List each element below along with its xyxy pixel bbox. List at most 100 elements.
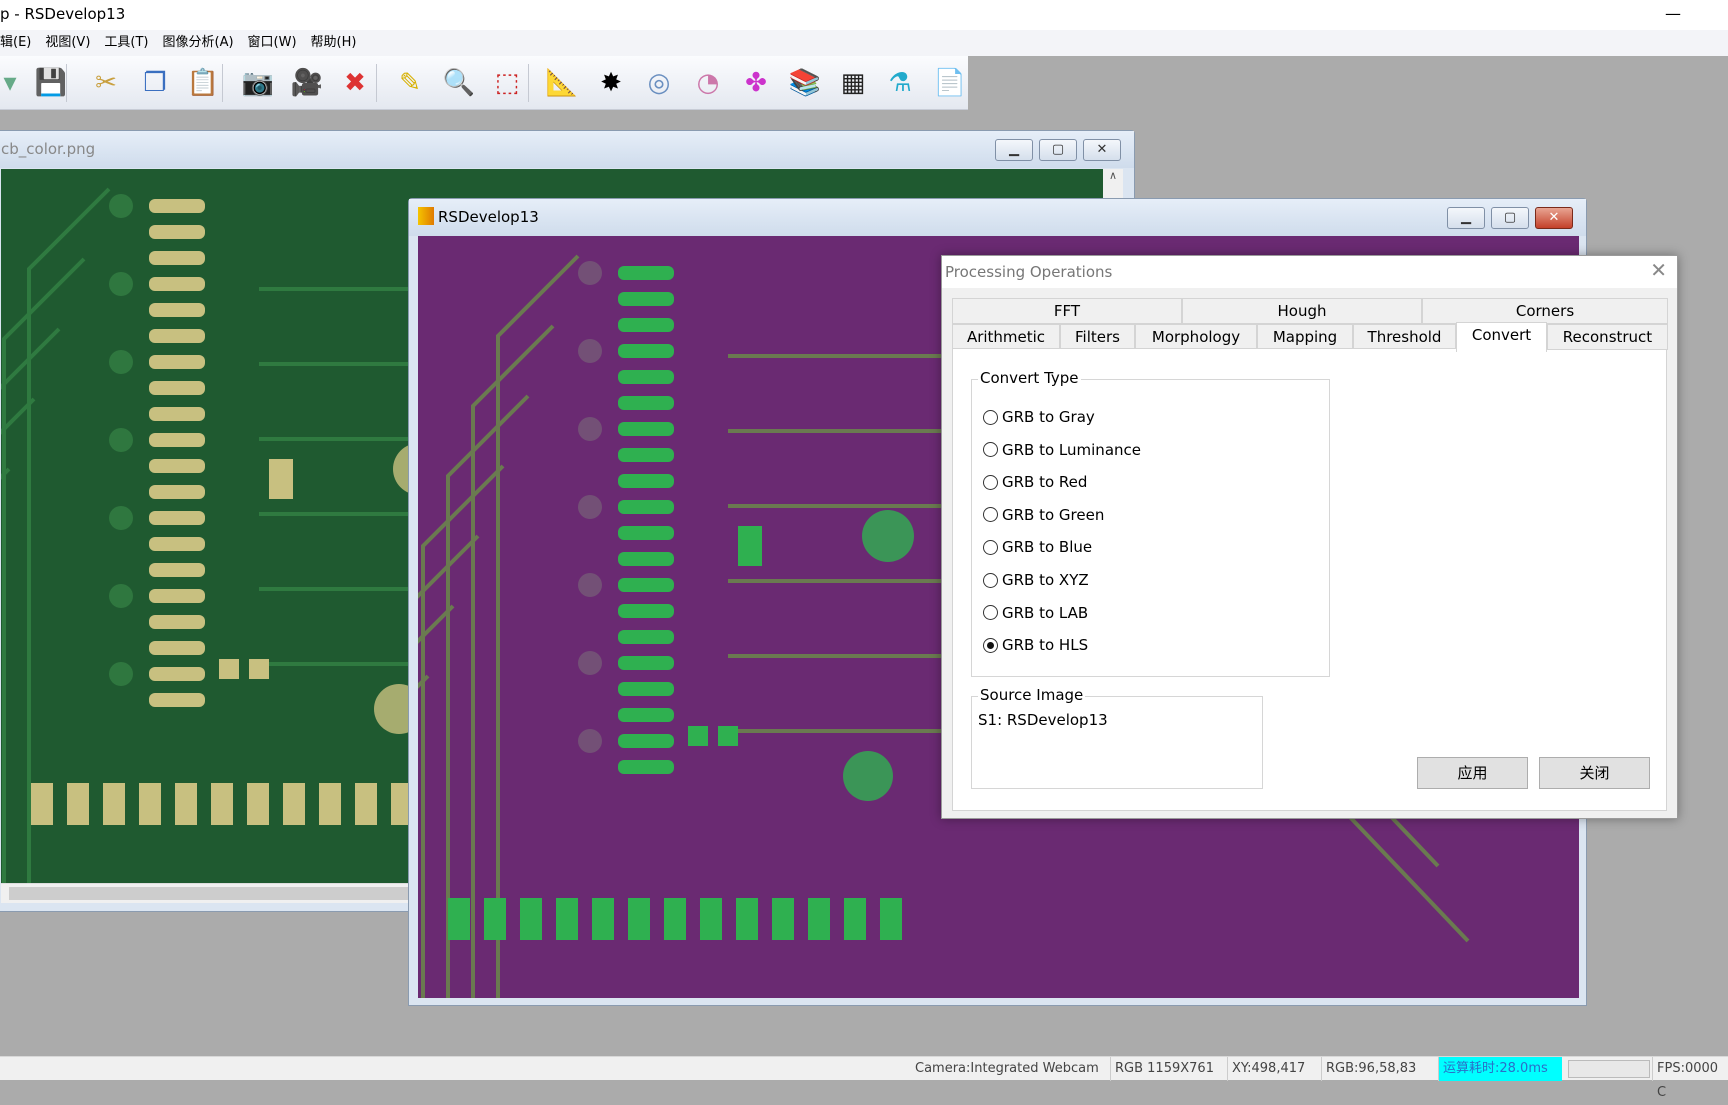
pcb-pad xyxy=(149,667,205,681)
pcb-pad xyxy=(618,500,674,514)
pcb-via xyxy=(578,651,602,675)
pcb-via xyxy=(578,261,602,285)
video-camera-icon[interactable]: 🎥 xyxy=(289,65,325,101)
flask-icon[interactable]: ⚗ xyxy=(882,65,918,101)
pcb-pad xyxy=(862,510,914,562)
zoom-icon[interactable]: 🔍 xyxy=(441,65,477,101)
open-icon[interactable]: ▾ xyxy=(0,65,28,101)
pcb-pad xyxy=(880,898,902,940)
close-button[interactable]: ✕ xyxy=(1535,207,1573,229)
source-image-label: Source Image xyxy=(978,686,1086,704)
scroll-up-arrow-icon[interactable]: ∧ xyxy=(1103,169,1123,182)
tab-threshold[interactable]: Threshold xyxy=(1353,324,1456,350)
radio-grb-to-luminance[interactable]: GRB to Luminance xyxy=(983,441,1141,459)
tab-morphology[interactable]: Morphology xyxy=(1135,324,1257,350)
paste-icon[interactable]: 📋 xyxy=(185,65,221,101)
radio-grb-to-hls[interactable]: GRB to HLS xyxy=(983,636,1088,654)
books-icon[interactable]: 📚 xyxy=(787,65,823,101)
pig-icon[interactable]: ◔ xyxy=(690,65,726,101)
tab-arithmetic[interactable]: Arithmetic xyxy=(952,324,1060,350)
close-button[interactable]: 关闭 xyxy=(1539,757,1650,789)
tab-filters[interactable]: Filters xyxy=(1060,324,1135,350)
puzzle-icon[interactable]: ✤ xyxy=(738,65,774,101)
pcb-pad xyxy=(618,266,674,280)
radio-grb-to-xyz[interactable]: GRB to XYZ xyxy=(983,571,1089,589)
pcb-pad xyxy=(149,537,205,551)
dialog-title-bar[interactable]: Processing Operations xyxy=(942,256,1677,288)
pcb-pad xyxy=(618,604,674,618)
pcb-pad xyxy=(843,751,893,801)
tab-hough[interactable]: Hough xyxy=(1182,298,1422,324)
tab-reconstruct[interactable]: Reconstruct xyxy=(1547,324,1668,350)
radio-grb-to-red[interactable]: GRB to Red xyxy=(983,473,1087,491)
radio-circle[interactable] xyxy=(983,637,998,653)
scrollbar-thumb[interactable] xyxy=(9,887,409,900)
pcb-pad xyxy=(772,898,794,940)
radio-label: GRB to Green xyxy=(1002,505,1105,524)
pcb-pad xyxy=(149,329,205,343)
qr-code-icon[interactable]: ▦ xyxy=(835,65,871,101)
window-title-bar[interactable]: cb_color.png ▁ ▢ ✕ xyxy=(0,131,1134,168)
radio-grb-to-lab[interactable]: GRB to LAB xyxy=(983,604,1088,622)
pcb-pad xyxy=(211,783,233,825)
camera-icon[interactable]: 📷 xyxy=(240,65,276,101)
menu-image-analysis[interactable]: 图像分析(A) xyxy=(163,30,234,56)
ruler-icon[interactable]: 📐 xyxy=(544,65,580,101)
minimize-button[interactable]: — xyxy=(1650,0,1696,30)
radio-circle[interactable] xyxy=(983,572,998,588)
radio-circle[interactable] xyxy=(983,409,998,425)
close-icon[interactable]: ✕ xyxy=(1650,258,1667,282)
pcb-pad xyxy=(618,318,674,332)
app-title: p - RSDevelop13 xyxy=(0,5,126,23)
menu-window[interactable]: 窗口(W) xyxy=(248,30,297,56)
pcb-pad xyxy=(618,552,674,566)
pcb-pad xyxy=(738,526,762,566)
pcb-pad xyxy=(149,225,205,239)
pcb-via xyxy=(578,495,602,519)
menu-edit[interactable]: 辑(E) xyxy=(0,30,31,56)
radio-grb-to-blue[interactable]: GRB to Blue xyxy=(983,538,1092,556)
menu-tools[interactable]: 工具(T) xyxy=(104,30,148,56)
tab-mapping[interactable]: Mapping xyxy=(1257,324,1353,350)
pcb-via xyxy=(109,662,133,686)
menu-view[interactable]: 视图(V) xyxy=(45,30,90,56)
pcb-pad xyxy=(618,526,674,540)
pcb-via xyxy=(578,729,602,753)
radio-grb-to-gray[interactable]: GRB to Gray xyxy=(983,408,1095,426)
crop-icon[interactable]: ⬚ xyxy=(489,65,525,101)
radio-circle[interactable] xyxy=(983,442,998,458)
blob-icon[interactable]: ✸ xyxy=(593,65,629,101)
tab-convert[interactable]: Convert xyxy=(1456,322,1547,352)
tab-fft[interactable]: FFT xyxy=(952,298,1182,324)
radio-circle[interactable] xyxy=(983,507,998,523)
document-icon[interactable]: 📄 xyxy=(932,65,968,101)
close-button[interactable]: ✕ xyxy=(1083,139,1121,161)
minimize-button[interactable]: ▁ xyxy=(1447,207,1485,229)
maximize-button[interactable]: ▢ xyxy=(1039,139,1077,161)
radio-label: GRB to Blue xyxy=(1002,538,1093,557)
window-title-bar[interactable]: RSDevelop13 ▁ ▢ ✕ xyxy=(409,199,1586,236)
status-camera: Camera:Integrated Webcam xyxy=(915,1061,1099,1076)
maximize-button[interactable]: ▢ xyxy=(1491,207,1529,229)
status-compute-time: 运算耗时:28.0ms xyxy=(1438,1057,1562,1081)
pcb-pad xyxy=(484,898,506,940)
pcb-pad xyxy=(688,726,708,746)
pcb-pad xyxy=(520,898,542,940)
target-icon[interactable]: ◎ xyxy=(641,65,677,101)
save-icon[interactable]: 💾 xyxy=(33,65,69,101)
menu-help[interactable]: 帮助(H) xyxy=(311,30,357,56)
status-xy: XY:498,417 xyxy=(1227,1057,1305,1081)
tab-corners[interactable]: Corners xyxy=(1422,298,1668,324)
radio-grb-to-green[interactable]: GRB to Green xyxy=(983,506,1104,524)
apply-button[interactable]: 应用 xyxy=(1417,757,1528,789)
delete-icon[interactable]: ✖ xyxy=(337,65,373,101)
pcb-pad xyxy=(618,656,674,670)
minimize-button[interactable]: ▁ xyxy=(995,139,1033,161)
radio-circle[interactable] xyxy=(983,605,998,621)
copy-icon[interactable]: ❐ xyxy=(137,65,173,101)
pcb-pad xyxy=(247,783,269,825)
cut-icon[interactable]: ✂ xyxy=(88,65,124,101)
radio-circle[interactable] xyxy=(983,539,998,555)
edit-image-icon[interactable]: ✎ xyxy=(392,65,428,101)
radio-circle[interactable] xyxy=(983,474,998,490)
